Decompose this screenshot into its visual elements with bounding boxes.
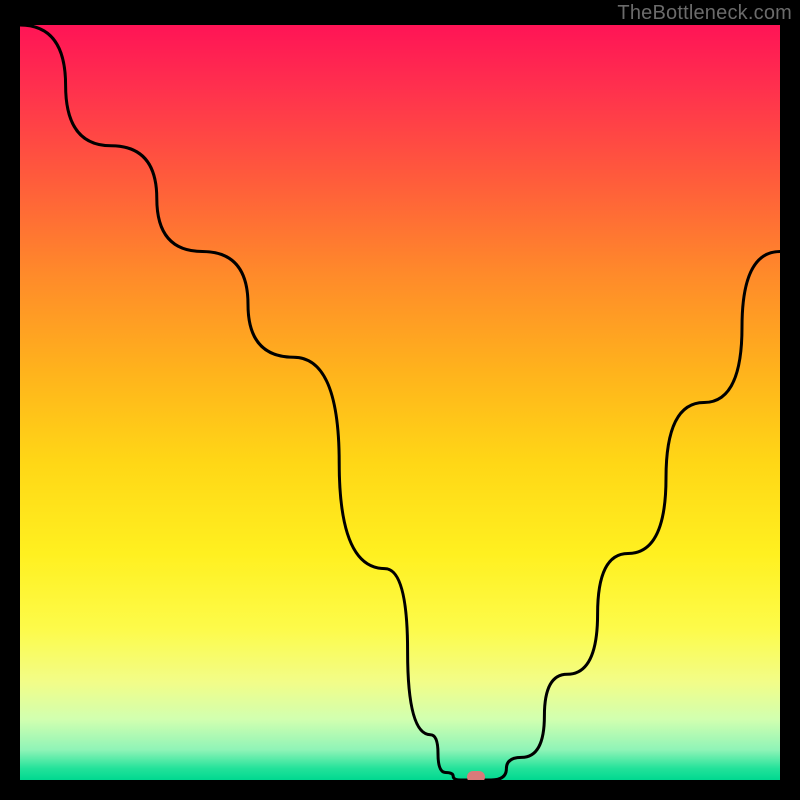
- plot-area: [20, 25, 780, 780]
- chart-frame: TheBottleneck.com: [0, 0, 800, 800]
- bottleneck-curve: [20, 25, 780, 780]
- watermark-text: TheBottleneck.com: [617, 2, 792, 25]
- optimum-marker: [467, 771, 485, 780]
